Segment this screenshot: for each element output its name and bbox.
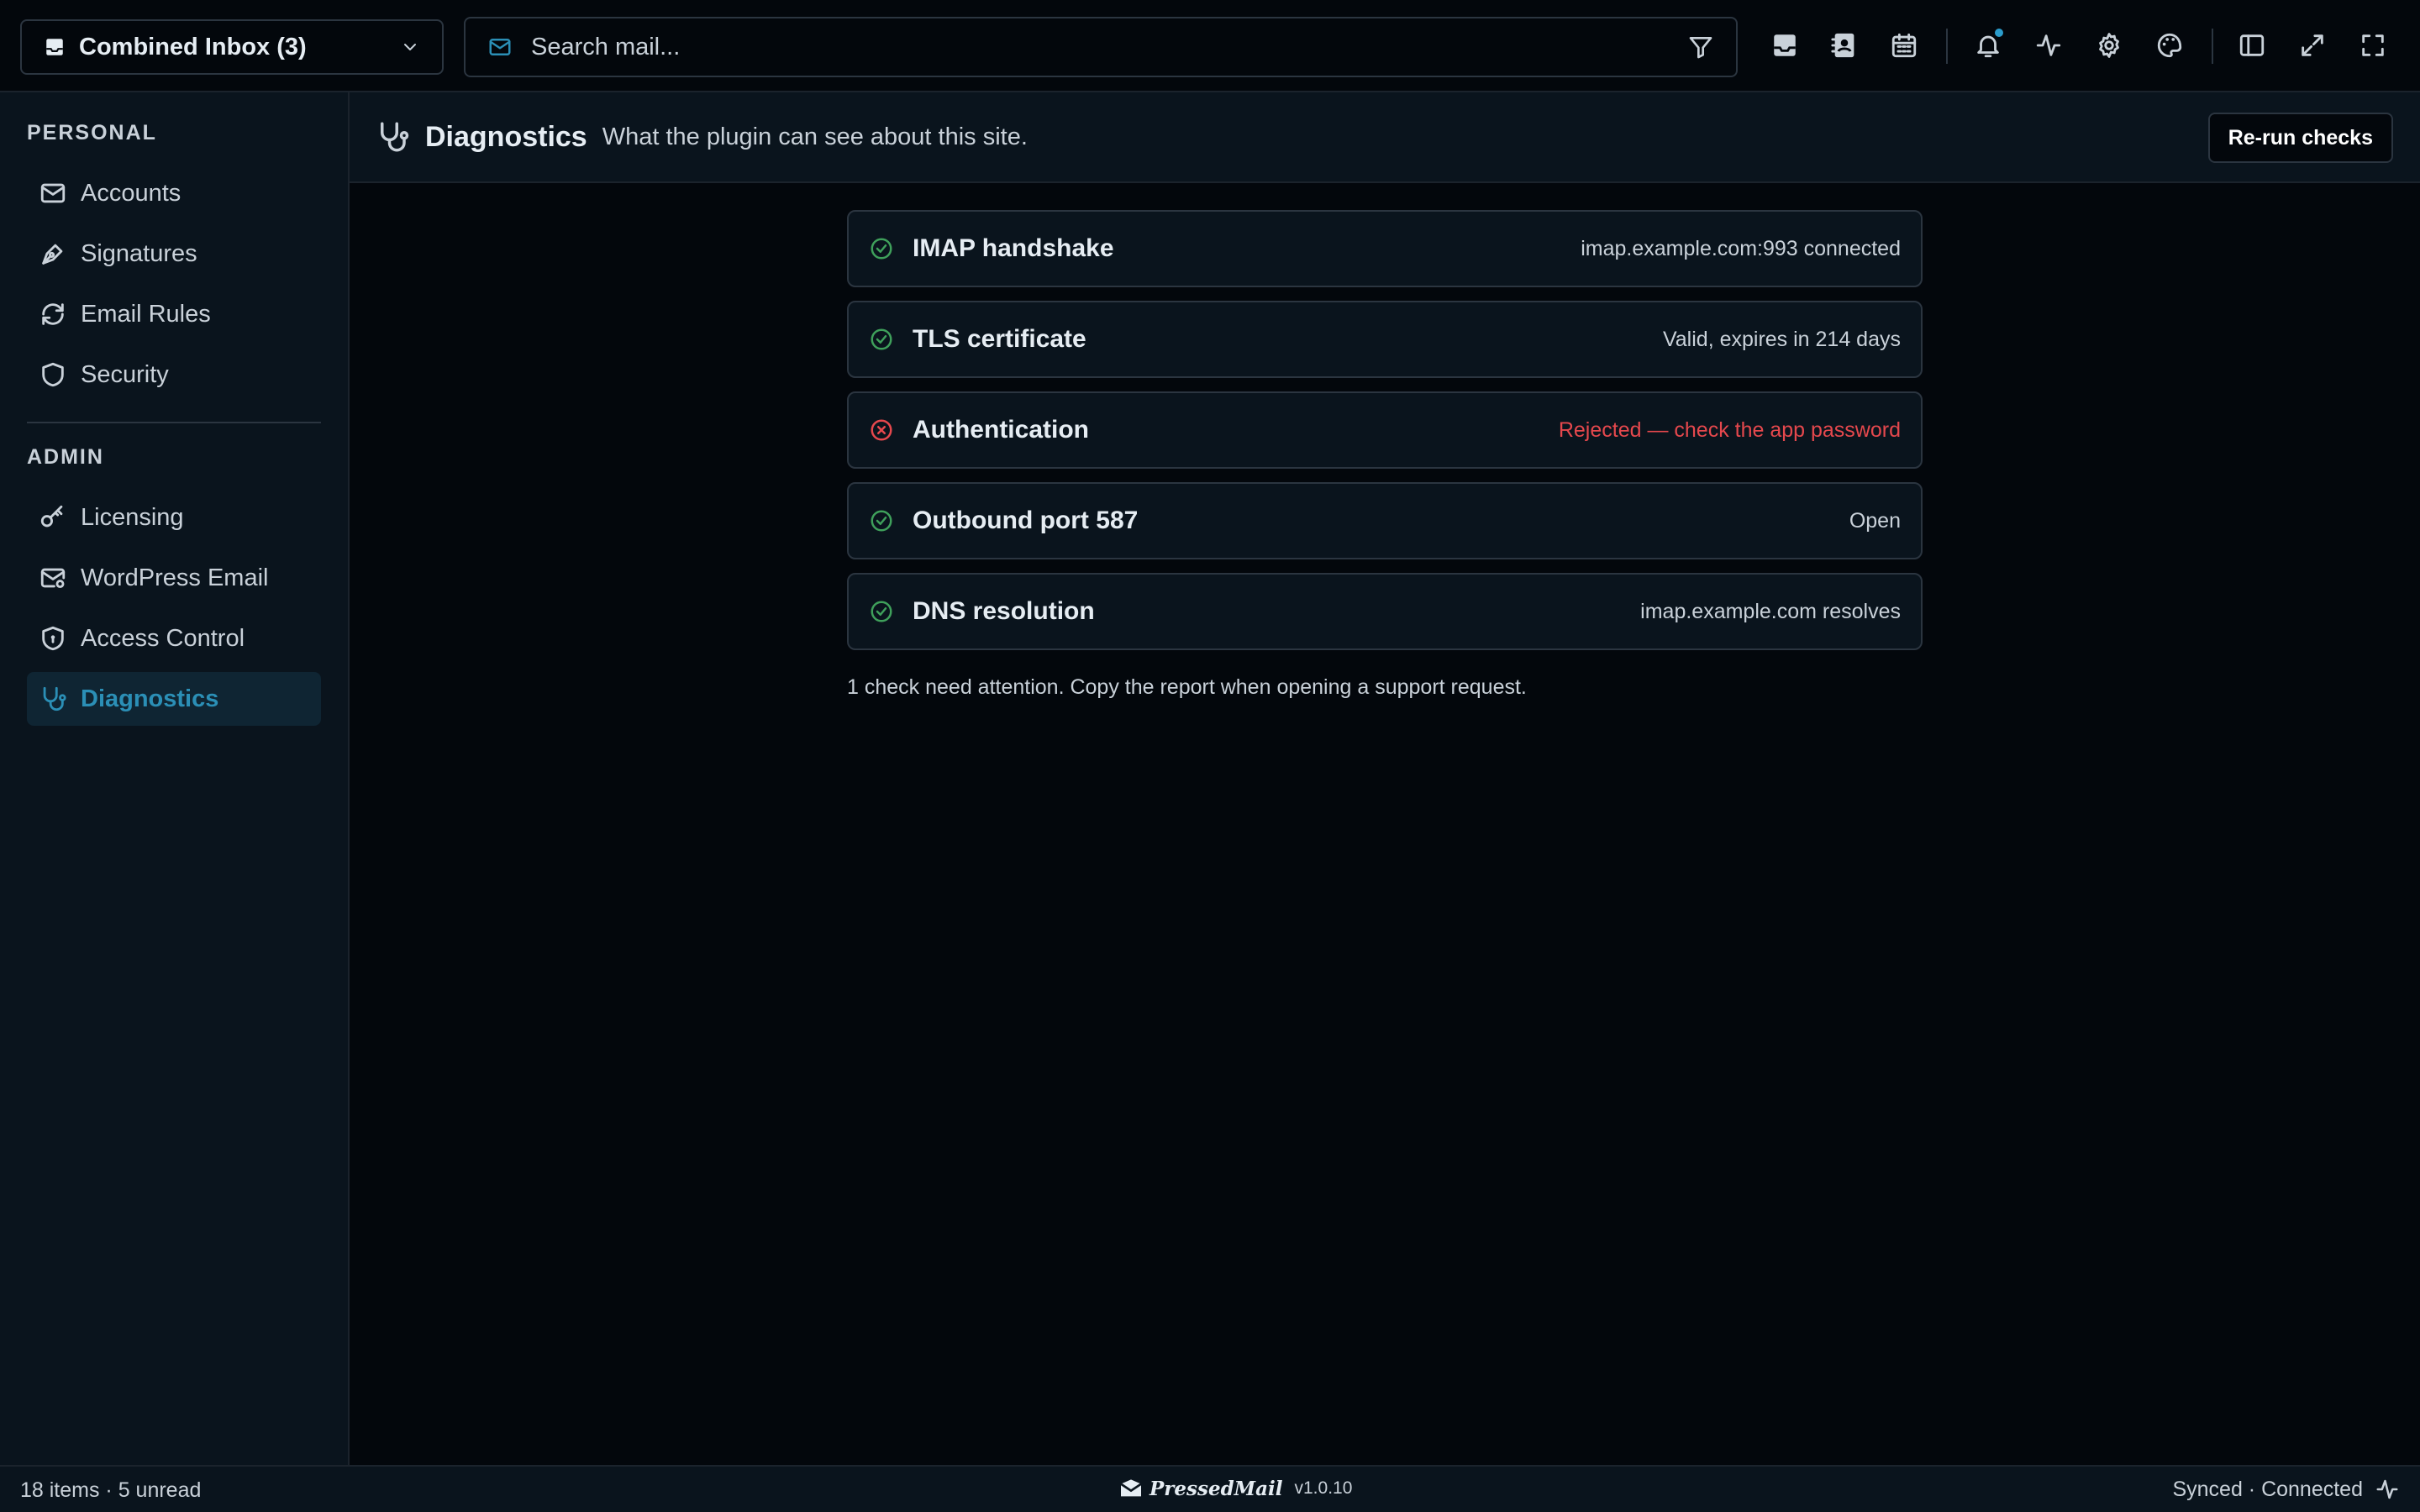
sidebar-section-personal: PERSONAL: [27, 121, 157, 144]
sidebar-item-accounts[interactable]: Accounts: [27, 166, 321, 220]
check-detail: Valid, expires in 214 days: [1662, 327, 1901, 351]
rerun-checks-button[interactable]: Re-run checks: [2207, 113, 2393, 163]
status-bar: 18 items · 5 unread PressedMail v1.0.10 …: [0, 1465, 2420, 1512]
key-icon: [39, 503, 67, 532]
inbox-selector-label: Combined Inbox (3): [79, 33, 307, 60]
sidebar-item-email-rules[interactable]: Email Rules: [27, 287, 321, 341]
brand-name: PressedMail: [1150, 1477, 1283, 1500]
sidebar-item-label: Diagnostics: [81, 685, 219, 712]
sidebar-item-label: Security: [81, 360, 169, 388]
page-subtitle: What the plugin can see about this site.: [602, 123, 1028, 150]
search-bar: [464, 17, 1738, 77]
search-input[interactable]: [531, 33, 1687, 61]
x-circle-icon: [869, 417, 894, 443]
mail-icon: [39, 179, 67, 207]
check-name: Authentication: [913, 416, 1089, 444]
inbox-view-button[interactable]: [1768, 29, 1802, 62]
check-name: IMAP handshake: [913, 234, 1114, 262]
check-name: Outbound port 587: [913, 507, 1139, 534]
logo-icon: [1118, 1475, 1144, 1502]
inbox-icon: [1774, 34, 1796, 56]
notifications-button[interactable]: [1971, 29, 2005, 62]
notification-dot: [1995, 29, 2003, 37]
sidebar-item-licensing[interactable]: Licensing: [27, 491, 321, 544]
sidebar-item-wordpress-email[interactable]: WordPress Email: [27, 551, 321, 605]
check-row-dns: DNS resolution imap.example.com resolves: [847, 573, 1923, 650]
sidebar: PERSONAL Accounts Signatures Email Rules…: [0, 92, 350, 1465]
sidebar-item-label: Accounts: [81, 179, 182, 207]
item-count: 18 items · 5 unread: [20, 1478, 202, 1502]
pen-icon: [39, 239, 67, 268]
sidebar-toggle-icon: [2239, 34, 2265, 56]
check-detail: imap.example.com resolves: [1640, 599, 1901, 623]
activity-icon: [2375, 1477, 2400, 1502]
sidebar-item-label: WordPress Email: [81, 564, 269, 591]
chevron-down-icon: [400, 37, 420, 57]
check-detail: imap.example.com:993 connected: [1581, 236, 1901, 260]
palette-icon: [2157, 33, 2182, 58]
sidebar-item-label: Licensing: [81, 503, 184, 531]
toolbar-divider: [1946, 29, 1948, 64]
sidebar-item-access-control[interactable]: Access Control: [27, 612, 321, 665]
check-detail: Open: [1849, 508, 1901, 533]
version-label: v1.0.10: [1294, 1478, 1353, 1498]
gear-icon: [2099, 33, 2119, 58]
brand: PressedMail v1.0.10: [1118, 1475, 1352, 1502]
expand-button[interactable]: [2296, 29, 2329, 62]
sidebar-item-label: Signatures: [81, 239, 197, 267]
attention-note: 1 check need attention. Copy the report …: [847, 675, 1527, 699]
fullscreen-icon: [2362, 34, 2384, 56]
mail-settings-icon: [39, 564, 67, 592]
sidebar-item-signatures[interactable]: Signatures: [27, 227, 321, 281]
check-name: TLS certificate: [913, 325, 1086, 353]
sidebar-item-label: Access Control: [81, 624, 245, 652]
check-name: DNS resolution: [913, 597, 1095, 625]
inbox-selector[interactable]: Combined Inbox (3): [20, 19, 444, 75]
sidebar-section-admin: ADMIN: [27, 445, 104, 469]
check-detail: Rejected — check the app password: [1558, 417, 1901, 442]
filter-icon[interactable]: [1687, 34, 1714, 60]
check-row-imap: IMAP handshake imap.example.com:993 conn…: [847, 210, 1923, 287]
refresh-icon: [39, 300, 67, 328]
check-circle-icon: [869, 327, 894, 352]
shield-icon: [39, 360, 67, 389]
sidebar-item-diagnostics[interactable]: Diagnostics: [27, 672, 321, 726]
activity-button[interactable]: [2032, 29, 2065, 62]
check-row-authentication: Authentication Rejected — check the app …: [847, 391, 1923, 469]
toolbar-divider: [2212, 29, 2213, 64]
mail-icon: [487, 34, 513, 60]
stethoscope-icon: [39, 685, 67, 713]
check-circle-icon: [869, 236, 894, 261]
contacts-icon: [1831, 33, 1854, 58]
page-title: Diagnostics: [425, 120, 587, 153]
settings-button[interactable]: [2092, 29, 2126, 62]
top-bar: Combined Inbox (3): [0, 0, 2420, 92]
calendar-icon: [1891, 33, 1917, 58]
check-row-tls: TLS certificate Valid, expires in 214 da…: [847, 301, 1923, 378]
shield-lock-icon: [39, 624, 67, 653]
sync-status: Synced · Connected: [2172, 1477, 2363, 1501]
check-circle-icon: [869, 599, 894, 624]
sidebar-item-label: Email Rules: [81, 300, 211, 328]
sidebar-divider: [27, 422, 321, 423]
stethoscope-icon: [375, 119, 410, 155]
expand-icon: [2302, 34, 2323, 56]
check-circle-icon: [869, 508, 894, 533]
theme-button[interactable]: [2153, 29, 2186, 62]
fullscreen-button[interactable]: [2356, 29, 2390, 62]
sidebar-item-security[interactable]: Security: [27, 348, 321, 402]
calendar-button[interactable]: [1887, 29, 1921, 62]
sidebar-toggle-button[interactable]: [2235, 29, 2269, 62]
contacts-button[interactable]: [1828, 29, 1861, 62]
page-header: Diagnostics What the plugin can see abou…: [350, 92, 2420, 183]
activity-icon: [2036, 34, 2061, 56]
connection-status: Synced · Connected: [2172, 1477, 2400, 1502]
check-row-outbound-port: Outbound port 587 Open: [847, 482, 1923, 559]
inbox-icon: [44, 36, 66, 58]
